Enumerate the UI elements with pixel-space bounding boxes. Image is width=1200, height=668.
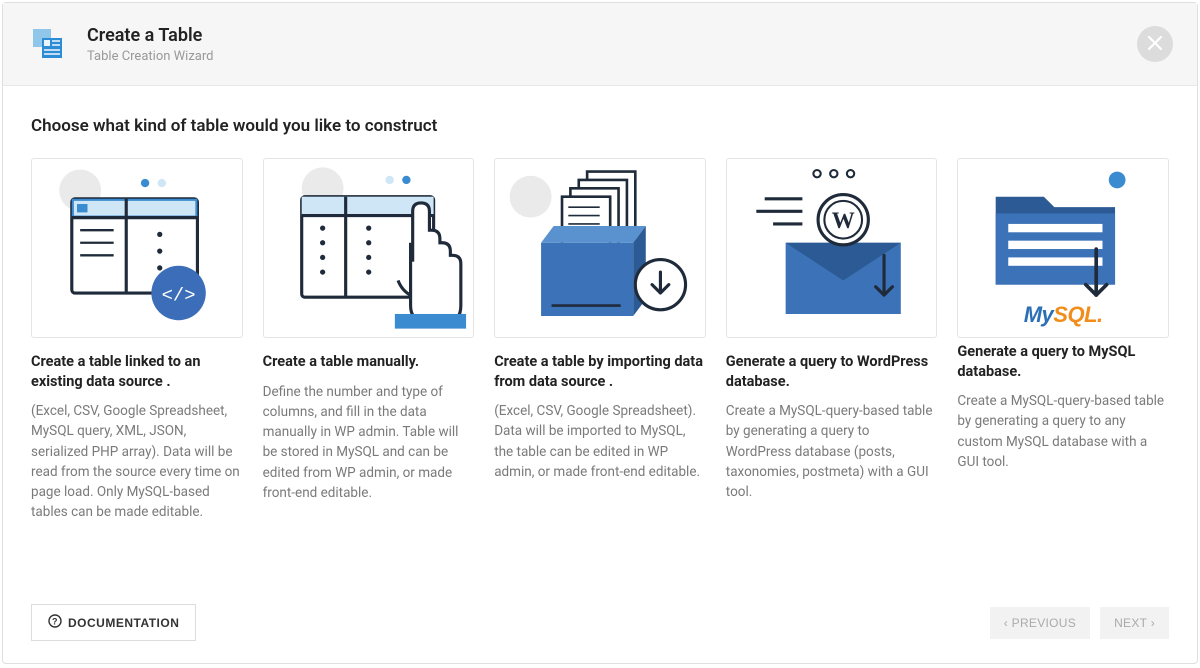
- svg-text:W: W: [832, 207, 855, 233]
- option-title: Generate a query to MySQL database.: [957, 342, 1169, 381]
- option-wp-query: W Generate a query to WordPress database…: [726, 158, 938, 523]
- svg-text:?: ?: [52, 617, 58, 627]
- header-text: Create a Table Table Creation Wizard: [87, 24, 213, 64]
- option-mysql-query: MySQL. Generate a query to MySQL databas…: [957, 158, 1169, 523]
- previous-button[interactable]: ‹ PREVIOUS: [990, 607, 1090, 639]
- next-label: NEXT: [1114, 616, 1147, 630]
- manual-edit-icon: [264, 159, 473, 337]
- option-description: Create a MySQL-query-based table by gene…: [957, 391, 1169, 472]
- chevron-left-icon: ‹: [1004, 616, 1008, 630]
- table-icon: [27, 23, 69, 65]
- import-files-icon: [495, 159, 704, 337]
- wizard-header: Create a Table Table Creation Wizard: [3, 3, 1197, 86]
- option-description: Define the number and type of columns, a…: [263, 382, 475, 504]
- wizard-container: Create a Table Table Creation Wizard Cho…: [2, 2, 1198, 664]
- option-card-linked-source[interactable]: </>: [31, 158, 243, 338]
- chevron-right-icon: ›: [1151, 616, 1155, 630]
- option-description: (Excel, CSV, Google Spreadsheet). Data w…: [494, 401, 706, 482]
- option-title: Generate a query to WordPress database.: [726, 352, 938, 391]
- option-description: (Excel, CSV, Google Spreadsheet, MySQL q…: [31, 401, 243, 523]
- option-linked-source: </> Create a table linked to an existing…: [31, 158, 243, 523]
- mysql-db-icon: [958, 159, 1167, 337]
- option-card-manual[interactable]: [263, 158, 475, 338]
- option-import: Create a table by importing data from da…: [494, 158, 706, 523]
- documentation-label: DOCUMENTATION: [68, 616, 179, 630]
- option-card-import[interactable]: [494, 158, 706, 338]
- options-row: </> Create a table linked to an existing…: [31, 158, 1169, 523]
- wordpress-db-icon: W: [727, 159, 936, 337]
- next-button[interactable]: NEXT ›: [1100, 607, 1169, 639]
- svg-text:</>: </>: [162, 284, 196, 306]
- wizard-body: Choose what kind of table would you like…: [3, 86, 1197, 586]
- option-manual: Create a table manually. Define the numb…: [263, 158, 475, 523]
- option-title: Create a table linked to an existing dat…: [31, 352, 243, 391]
- previous-label: PREVIOUS: [1012, 616, 1076, 630]
- option-title: Create a table by importing data from da…: [494, 352, 706, 391]
- close-button[interactable]: [1137, 26, 1173, 62]
- option-description: Create a MySQL-query-based table by gene…: [726, 401, 938, 502]
- prompt-heading: Choose what kind of table would you like…: [31, 116, 1169, 136]
- help-icon: ?: [48, 614, 62, 631]
- option-card-wp-query[interactable]: W: [726, 158, 938, 338]
- documentation-button[interactable]: ? DOCUMENTATION: [31, 604, 196, 641]
- wizard-footer: ? DOCUMENTATION ‹ PREVIOUS NEXT ›: [3, 586, 1197, 663]
- close-icon: [1148, 34, 1162, 55]
- page-subtitle: Table Creation Wizard: [87, 49, 213, 64]
- option-title: Create a table manually.: [263, 352, 475, 372]
- option-card-mysql-query[interactable]: [957, 158, 1169, 338]
- linked-table-icon: </>: [32, 159, 241, 337]
- page-title: Create a Table: [87, 24, 213, 47]
- nav-buttons: ‹ PREVIOUS NEXT ›: [990, 607, 1169, 639]
